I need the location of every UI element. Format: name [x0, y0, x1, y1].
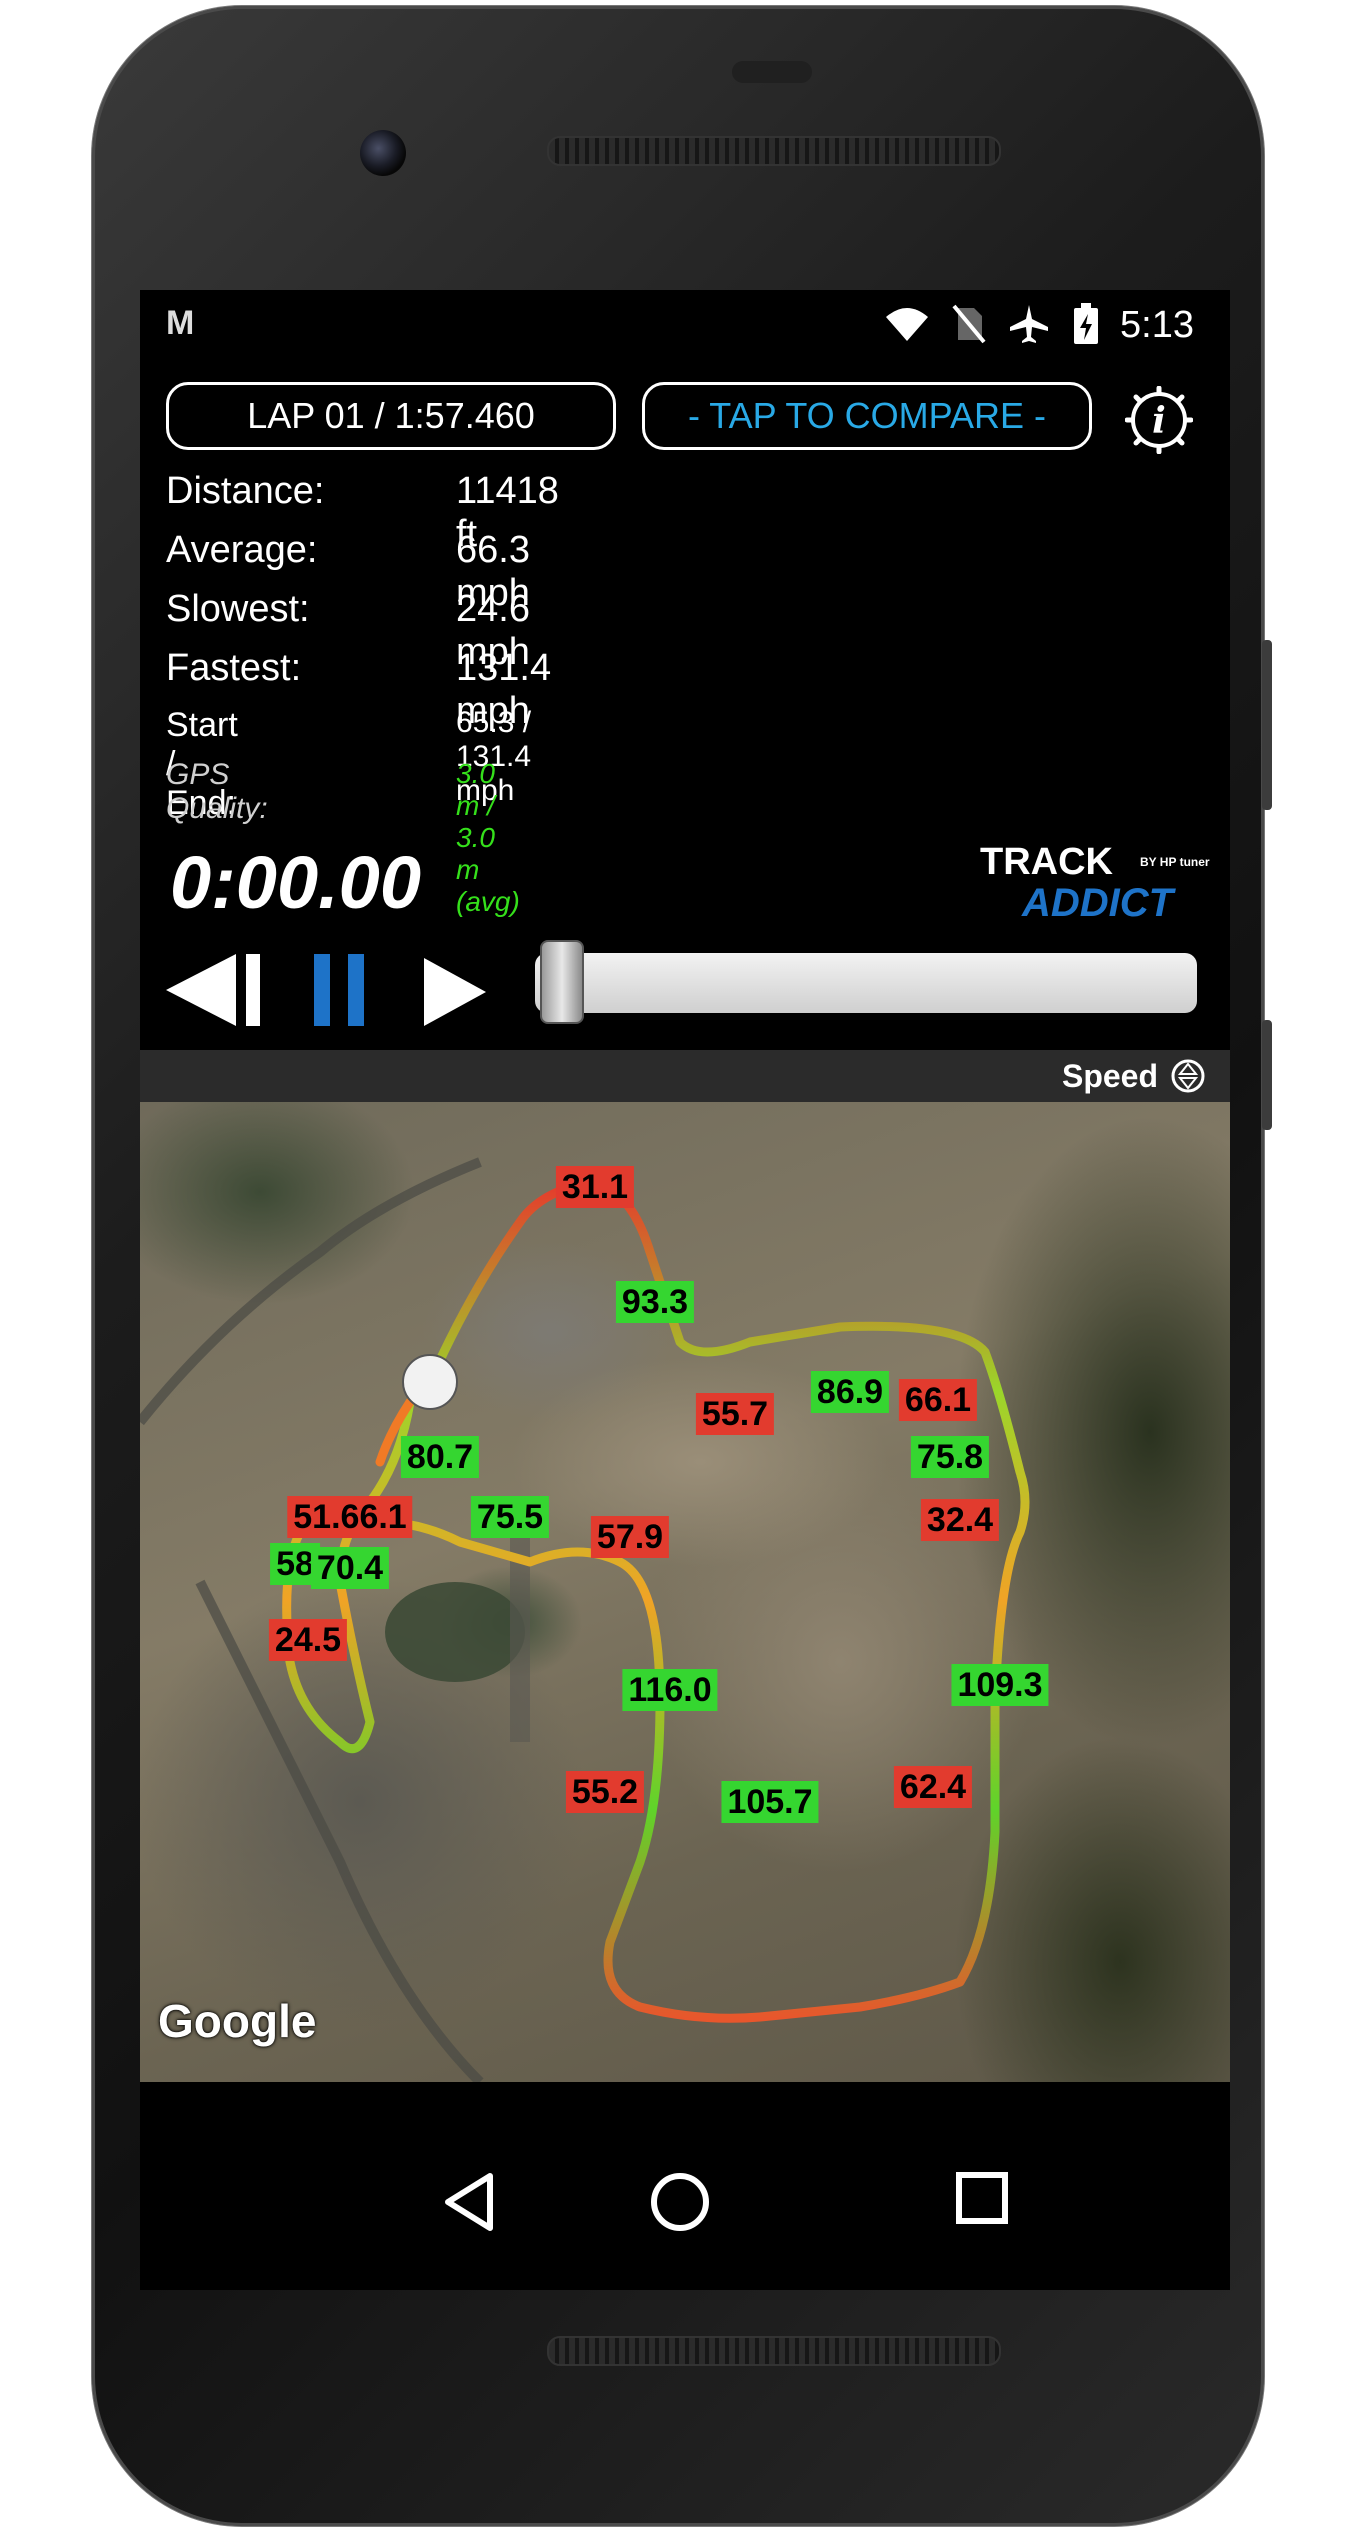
speed-label: 109.3: [951, 1664, 1049, 1706]
clock: 5:13: [1120, 304, 1194, 346]
lap-selector-button[interactable]: LAP 01 / 1:57.460: [166, 382, 616, 450]
airplane-icon: [1010, 305, 1048, 343]
rewind-button[interactable]: [166, 950, 266, 1030]
speed-label: 105.7: [721, 1781, 819, 1823]
gps-label: GPS Quality:: [166, 758, 268, 825]
info-icon[interactable]: i: [1125, 386, 1193, 454]
speed-label: 116.0: [622, 1669, 718, 1711]
slider-thumb[interactable]: [540, 940, 584, 1024]
home-icon[interactable]: [648, 2170, 712, 2234]
speed-label: 31.1: [555, 1166, 635, 1208]
distance-label: Distance:: [166, 470, 325, 512]
wifi-icon: [886, 308, 928, 341]
speed-label: 75.8: [910, 1436, 990, 1478]
speed-label: 62.4: [893, 1766, 973, 1808]
average-label: Average:: [166, 529, 318, 571]
speed-label: 86.9: [810, 1371, 890, 1413]
earpiece-speaker: [547, 136, 1001, 166]
track-path: [282, 1177, 1030, 2023]
screen: M 5:13 LAP 01 / 1:57.460 - TAP TO COMPAR…: [140, 290, 1230, 2290]
google-attribution: Google: [158, 1995, 317, 2047]
speed-label: 80.7: [400, 1436, 480, 1478]
play-button[interactable]: [420, 956, 490, 1028]
speed-label: 55.7: [695, 1393, 775, 1435]
proximity-sensor: [732, 61, 812, 83]
no-sim-icon: [952, 304, 986, 344]
logo-byline: BY HP tuners: [1140, 855, 1210, 869]
slowest-label: Slowest:: [166, 588, 310, 630]
compare-button[interactable]: - TAP TO COMPARE -: [642, 382, 1092, 450]
front-camera: [360, 130, 406, 176]
logo-line1: TRACK: [980, 841, 1114, 883]
map-header: Speed: [140, 1050, 1230, 1102]
status-bar: M 5:13: [140, 290, 1230, 352]
overlay-mode-label[interactable]: Speed: [1062, 1058, 1158, 1095]
playback-slider[interactable]: [535, 953, 1197, 1013]
gmail-icon: M: [166, 304, 195, 342]
battery-charging-icon: [1074, 303, 1098, 344]
speed-label: 32.4: [920, 1499, 1000, 1541]
power-button: [1262, 1020, 1272, 1130]
fastest-label: Fastest:: [166, 647, 302, 689]
pause-button[interactable]: [310, 950, 370, 1030]
volume-button: [1262, 640, 1272, 810]
car-position-marker: [402, 1354, 458, 1410]
speed-label: 51.66.1: [287, 1496, 413, 1538]
bottom-speaker: [547, 2336, 1001, 2366]
speed-label: 93.3: [615, 1281, 695, 1323]
trackaddict-logo: TRACK BY HP tuners ADDICT: [980, 841, 1210, 925]
speed-label: 55.2: [565, 1771, 645, 1813]
playback-timer: 0:00.00: [170, 841, 421, 924]
speed-label: 24.5: [268, 1619, 348, 1661]
speed-label: 57.9: [590, 1516, 670, 1558]
speed-label: 75.5: [470, 1496, 550, 1538]
gps-value: 3.0 m / 3.0 m (avg): [456, 758, 520, 917]
track-map[interactable]: 31.1 93.3 55.7 86.9 66.1 80.7 75.8 51.66.1 75.5 5…: [140, 1102, 1230, 2082]
speed-label: 70.4: [310, 1547, 390, 1589]
recents-icon[interactable]: [954, 2170, 1010, 2226]
swap-icon[interactable]: [1170, 1058, 1206, 1094]
back-icon[interactable]: [440, 2170, 500, 2234]
speed-label: 66.1: [898, 1379, 978, 1421]
svg-text:i: i: [1152, 400, 1166, 442]
logo-line2: ADDICT: [1021, 881, 1177, 925]
nav-bar: [140, 2170, 1230, 2270]
